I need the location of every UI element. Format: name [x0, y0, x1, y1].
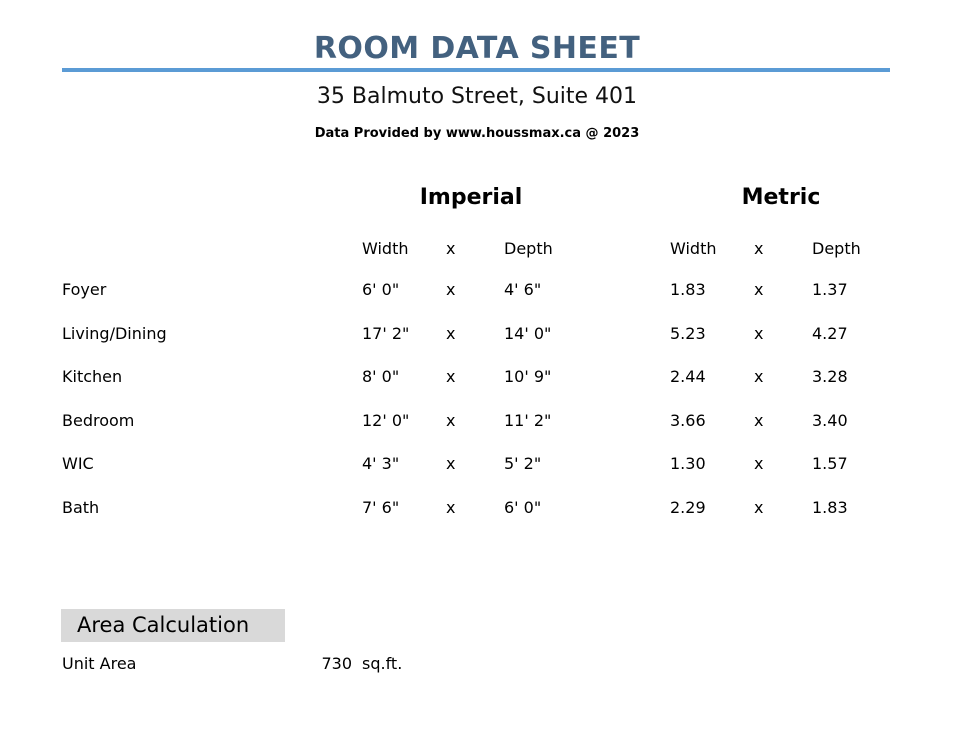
column-header-metric-depth: Depth: [812, 238, 861, 258]
cell-imperial-separator: x: [446, 323, 456, 343]
cell-imperial-width: 12' 0": [362, 410, 410, 430]
unit-area-unit: sq.ft.: [362, 654, 403, 673]
cell-metric-depth: 3.40: [812, 410, 848, 430]
unit-area-value: 730: [321, 654, 352, 673]
cell-metric-width: 2.29: [670, 497, 706, 517]
cell-room: Kitchen: [62, 367, 123, 387]
page-title: ROOM DATA SHEET: [313, 31, 641, 66]
cell-imperial-depth: 11' 2": [504, 410, 552, 430]
cell-metric-width: 2.44: [670, 367, 706, 387]
column-header-metric-separator: x: [754, 238, 764, 258]
table-row: WIC 4' 3" x 5' 2" 1.30 x 1.57: [0, 442, 954, 486]
column-header-metric-width: Width: [670, 238, 717, 258]
room-dimensions-table: Width x Depth Width x Depth Foyer 6' 0" x 4…: [0, 228, 954, 529]
cell-metric-width: 3.66: [670, 410, 706, 430]
cell-metric-separator: x: [754, 367, 764, 387]
cell-metric-separator: x: [754, 280, 764, 300]
cell-imperial-width: 17' 2": [362, 323, 410, 343]
data-source-credit: Data Provided by www.houssmax.ca @ 2023: [314, 126, 640, 141]
cell-imperial-separator: x: [446, 497, 456, 517]
cell-metric-separator: x: [754, 454, 764, 474]
table-row: Living/Dining 17' 2" x 14' 0" 5.23 x 4.27: [0, 312, 954, 356]
cell-imperial-depth: 6' 0": [504, 497, 542, 517]
column-header-imperial-width: Width: [362, 238, 409, 258]
column-header-room: [0, 228, 362, 268]
cell-metric-depth: 1.57: [812, 454, 848, 474]
cell-metric-separator: x: [754, 410, 764, 430]
cell-imperial-depth: 14' 0": [504, 323, 552, 343]
cell-metric-width: 1.83: [670, 280, 706, 300]
cell-room: Bath: [62, 497, 100, 517]
cell-imperial-depth: 10' 9": [504, 367, 552, 387]
cell-imperial-width: 6' 0": [362, 280, 400, 300]
unit-area-label: Unit Area: [62, 654, 137, 673]
unit-group-header-imperial: Imperial: [419, 185, 523, 210]
property-address: 35 Balmuto Street, Suite 401: [316, 84, 638, 109]
cell-metric-width: 5.23: [670, 323, 706, 343]
column-header-imperial-depth: Depth: [504, 238, 553, 258]
cell-imperial-width: 4' 3": [362, 454, 400, 474]
cell-room: WIC: [62, 454, 94, 474]
area-calculation-title: Area Calculation: [77, 613, 250, 637]
unit-group-header-metric: Metric: [741, 185, 821, 210]
cell-imperial-separator: x: [446, 454, 456, 474]
cell-metric-depth: 1.37: [812, 280, 848, 300]
table-header-row: Width x Depth Width x Depth: [0, 228, 954, 268]
cell-room: Foyer: [62, 280, 107, 300]
table-row: Bedroom 12' 0" x 11' 2" 3.66 x 3.40: [0, 399, 954, 443]
cell-imperial-depth: 5' 2": [504, 454, 542, 474]
table-row: Kitchen 8' 0" x 10' 9" 2.44 x 3.28: [0, 355, 954, 399]
cell-metric-separator: x: [754, 323, 764, 343]
cell-metric-width: 1.30: [670, 454, 706, 474]
table-header: Width x Depth Width x Depth: [0, 228, 954, 268]
table-row: Bath 7' 6" x 6' 0" 2.29 x 1.83: [0, 486, 954, 530]
cell-imperial-separator: x: [446, 280, 456, 300]
cell-metric-depth: 4.27: [812, 323, 848, 343]
column-header-imperial-separator: x: [446, 238, 456, 258]
cell-room: Living/Dining: [62, 323, 167, 343]
cell-imperial-width: 8' 0": [362, 367, 400, 387]
cell-metric-separator: x: [754, 497, 764, 517]
cell-metric-depth: 3.28: [812, 367, 848, 387]
table-body: Foyer 6' 0" x 4' 6" 1.83 x 1.37 Living/Dining 17…: [0, 268, 954, 529]
cell-imperial-width: 7' 6": [362, 497, 400, 517]
cell-imperial-separator: x: [446, 410, 456, 430]
cell-imperial-separator: x: [446, 367, 456, 387]
table-row: Foyer 6' 0" x 4' 6" 1.83 x 1.37: [0, 268, 954, 312]
title-divider-rule: [62, 68, 890, 72]
cell-imperial-depth: 4' 6": [504, 280, 542, 300]
cell-metric-depth: 1.83: [812, 497, 848, 517]
cell-room: Bedroom: [62, 410, 135, 430]
